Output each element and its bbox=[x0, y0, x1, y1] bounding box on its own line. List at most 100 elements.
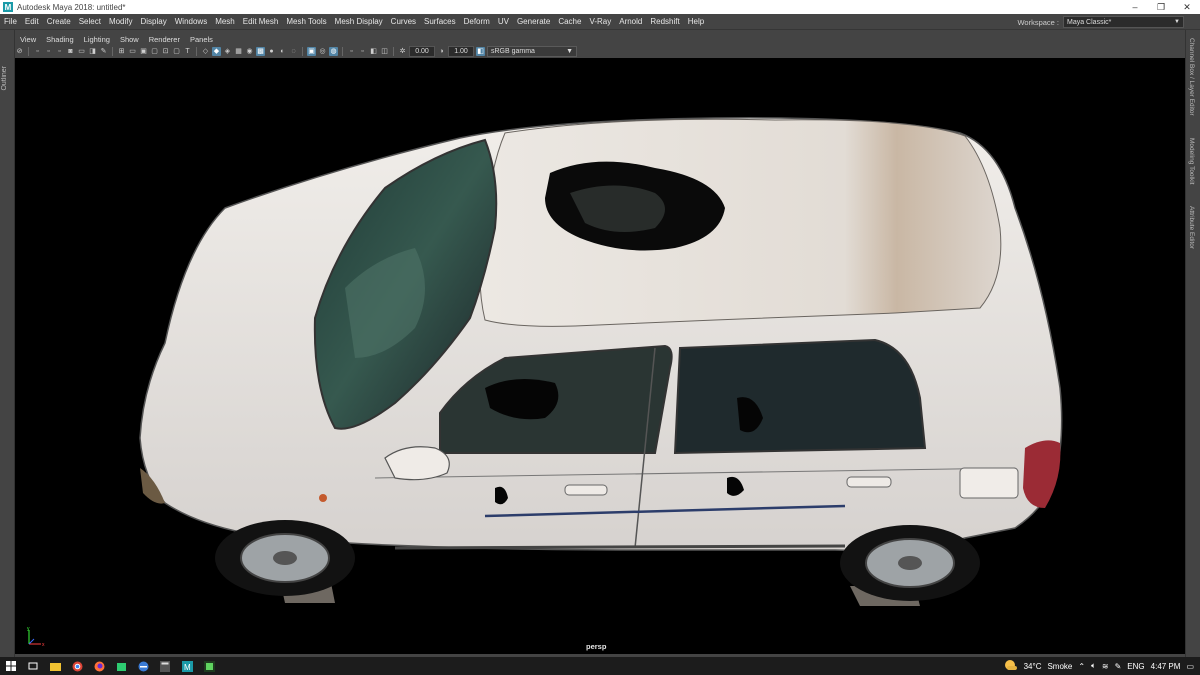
car-scan-model[interactable] bbox=[15, 58, 1185, 654]
menu-create[interactable]: Create bbox=[43, 17, 75, 26]
field-chart-icon[interactable]: ⊡ bbox=[161, 47, 170, 56]
panel-menu-view[interactable]: View bbox=[15, 35, 41, 44]
motion-blur-icon[interactable]: ◐ bbox=[278, 47, 287, 56]
outliner-tab[interactable]: Outliner bbox=[1, 66, 8, 91]
gamma-icon[interactable]: ◑ bbox=[437, 47, 446, 56]
chrome-icon[interactable] bbox=[68, 657, 86, 675]
menu-windows[interactable]: Windows bbox=[171, 17, 211, 26]
depth-of-field-icon[interactable]: ◫ bbox=[380, 47, 389, 56]
2d-pan-zoom-icon[interactable]: ◨ bbox=[88, 47, 97, 56]
grid-icon[interactable]: ⊞ bbox=[117, 47, 126, 56]
language-indicator[interactable]: ENG bbox=[1127, 662, 1144, 671]
wireframe-on-shaded-icon[interactable]: ◈ bbox=[223, 47, 232, 56]
menu-generate[interactable]: Generate bbox=[513, 17, 554, 26]
menu-mesh[interactable]: Mesh bbox=[211, 17, 239, 26]
lock-camera-icon[interactable]: ▫ bbox=[33, 47, 42, 56]
panel-menu-renderer[interactable]: Renderer bbox=[144, 35, 185, 44]
modeling-toolkit-tab[interactable]: Modeling Toolkit bbox=[1188, 138, 1195, 185]
menu-mesh-display[interactable]: Mesh Display bbox=[331, 17, 387, 26]
menu-select[interactable]: Select bbox=[75, 17, 105, 26]
windows-start-icon[interactable] bbox=[2, 657, 20, 675]
chevron-up-icon[interactable]: ⌃ bbox=[1078, 662, 1085, 671]
camera-attributes-icon[interactable]: ▫ bbox=[44, 47, 53, 56]
task-view-icon[interactable] bbox=[24, 657, 42, 675]
menu-surfaces[interactable]: Surfaces bbox=[420, 17, 460, 26]
menu-cache[interactable]: Cache bbox=[554, 17, 585, 26]
gate-mask-icon[interactable]: ▢ bbox=[150, 47, 159, 56]
store-icon[interactable] bbox=[112, 657, 130, 675]
network-icon[interactable]: ≋ bbox=[1102, 662, 1109, 671]
lights-icon[interactable]: ◉ bbox=[245, 47, 254, 56]
file-explorer-icon[interactable] bbox=[46, 657, 64, 675]
rear-door-window bbox=[673, 338, 927, 455]
menu-help[interactable]: Help bbox=[684, 17, 708, 26]
menu-display[interactable]: Display bbox=[137, 17, 171, 26]
minimize-button[interactable]: – bbox=[1122, 0, 1148, 14]
menu-redshift[interactable]: Redshift bbox=[646, 17, 683, 26]
screen-space-icon[interactable]: ◧ bbox=[369, 47, 378, 56]
menu-deform[interactable]: Deform bbox=[460, 17, 494, 26]
menu-arnold[interactable]: Arnold bbox=[615, 17, 646, 26]
gamma-field[interactable]: 1.00 bbox=[448, 45, 474, 57]
color-management-icon[interactable]: ◧ bbox=[476, 46, 485, 56]
toolbar-separator bbox=[28, 46, 29, 56]
smooth-shade-icon[interactable]: ◆ bbox=[212, 46, 221, 56]
exposure-icon[interactable]: ✲ bbox=[398, 47, 407, 56]
xray-joints-icon[interactable]: ◍ bbox=[329, 46, 338, 56]
menu-mesh-tools[interactable]: Mesh Tools bbox=[282, 17, 330, 26]
substance-icon[interactable] bbox=[200, 657, 218, 675]
pen-icon[interactable]: ✎ bbox=[1115, 662, 1122, 671]
menu-modify[interactable]: Modify bbox=[105, 17, 137, 26]
weather-icon[interactable] bbox=[1004, 659, 1018, 673]
exposure-field[interactable]: 0.00 bbox=[409, 45, 435, 57]
hud-icon[interactable]: ▫ bbox=[358, 47, 367, 56]
xray-icon[interactable]: ◎ bbox=[318, 47, 327, 56]
menu-edit-mesh[interactable]: Edit Mesh bbox=[239, 17, 283, 26]
panel-menu-panels[interactable]: Panels bbox=[185, 35, 218, 44]
image-plane-icon[interactable]: ▭ bbox=[77, 47, 86, 56]
channel-box-tab[interactable]: Channel Box / Layer Editor bbox=[1188, 38, 1195, 116]
clock-time[interactable]: 4:47 PM bbox=[1151, 662, 1181, 671]
menu-curves[interactable]: Curves bbox=[387, 17, 420, 26]
workspace-dropdown[interactable]: Maya Classic* ▼ bbox=[1063, 16, 1184, 28]
colorspace-dropdown[interactable]: sRGB gamma ▼ bbox=[487, 45, 577, 57]
backface-culling-icon[interactable]: ▫ bbox=[347, 47, 356, 56]
attribute-editor-tab[interactable]: Attribute Editor bbox=[1188, 206, 1195, 249]
safe-title-icon[interactable]: T bbox=[183, 47, 192, 56]
weather-temp[interactable]: 34°C bbox=[1024, 662, 1042, 671]
film-gate-icon[interactable]: ▭ bbox=[128, 47, 137, 56]
grease-pencil-icon[interactable]: ✎ bbox=[99, 47, 108, 56]
perspective-viewport[interactable]: y x persp bbox=[15, 58, 1185, 654]
bookmark-icon[interactable]: ▫ bbox=[55, 47, 64, 56]
maya-taskbar-icon[interactable]: M bbox=[178, 657, 196, 675]
textured-icon[interactable]: ▦ bbox=[234, 47, 243, 56]
system-tray: 34°C Smoke ⌃ 🔈︎ ≋ ✎ ENG 4:47 PM ▭ bbox=[1004, 657, 1200, 675]
restore-button[interactable]: ❐ bbox=[1148, 0, 1174, 14]
safe-action-icon[interactable]: ▢ bbox=[172, 47, 181, 56]
menu-edit[interactable]: Edit bbox=[21, 17, 43, 26]
rear-wheel bbox=[840, 525, 980, 601]
select-camera-icon[interactable]: ⊘ bbox=[15, 47, 24, 56]
calculator-icon[interactable] bbox=[156, 657, 174, 675]
notification-icon[interactable]: ▭ bbox=[1186, 662, 1194, 671]
menu-uv[interactable]: UV bbox=[494, 17, 513, 26]
edge-icon[interactable] bbox=[134, 657, 152, 675]
panel-menu-lighting[interactable]: Lighting bbox=[79, 35, 115, 44]
ambient-occlusion-icon[interactable]: ● bbox=[267, 47, 276, 56]
panel-menu-show[interactable]: Show bbox=[115, 35, 144, 44]
anti-aliasing-icon[interactable]: ◌ bbox=[289, 47, 298, 56]
side-indicator bbox=[319, 494, 327, 502]
volume-icon[interactable]: 🔈︎ bbox=[1091, 661, 1096, 671]
close-button[interactable]: ✕ bbox=[1174, 0, 1200, 14]
firefox-icon[interactable] bbox=[90, 657, 108, 675]
isolate-select-icon[interactable]: ▣ bbox=[307, 46, 316, 56]
menu-vray[interactable]: V-Ray bbox=[585, 17, 615, 26]
tail-light bbox=[1023, 440, 1061, 508]
panel-menu-shading[interactable]: Shading bbox=[41, 35, 79, 44]
shadows-icon[interactable]: ▩ bbox=[256, 46, 265, 56]
resolution-gate-icon[interactable]: ▣ bbox=[139, 47, 148, 56]
menu-file[interactable]: File bbox=[0, 17, 21, 26]
weather-text[interactable]: Smoke bbox=[1047, 662, 1072, 671]
film-camera-icon[interactable]: ◙ bbox=[66, 47, 75, 56]
wireframe-icon[interactable]: ◇ bbox=[201, 47, 210, 56]
